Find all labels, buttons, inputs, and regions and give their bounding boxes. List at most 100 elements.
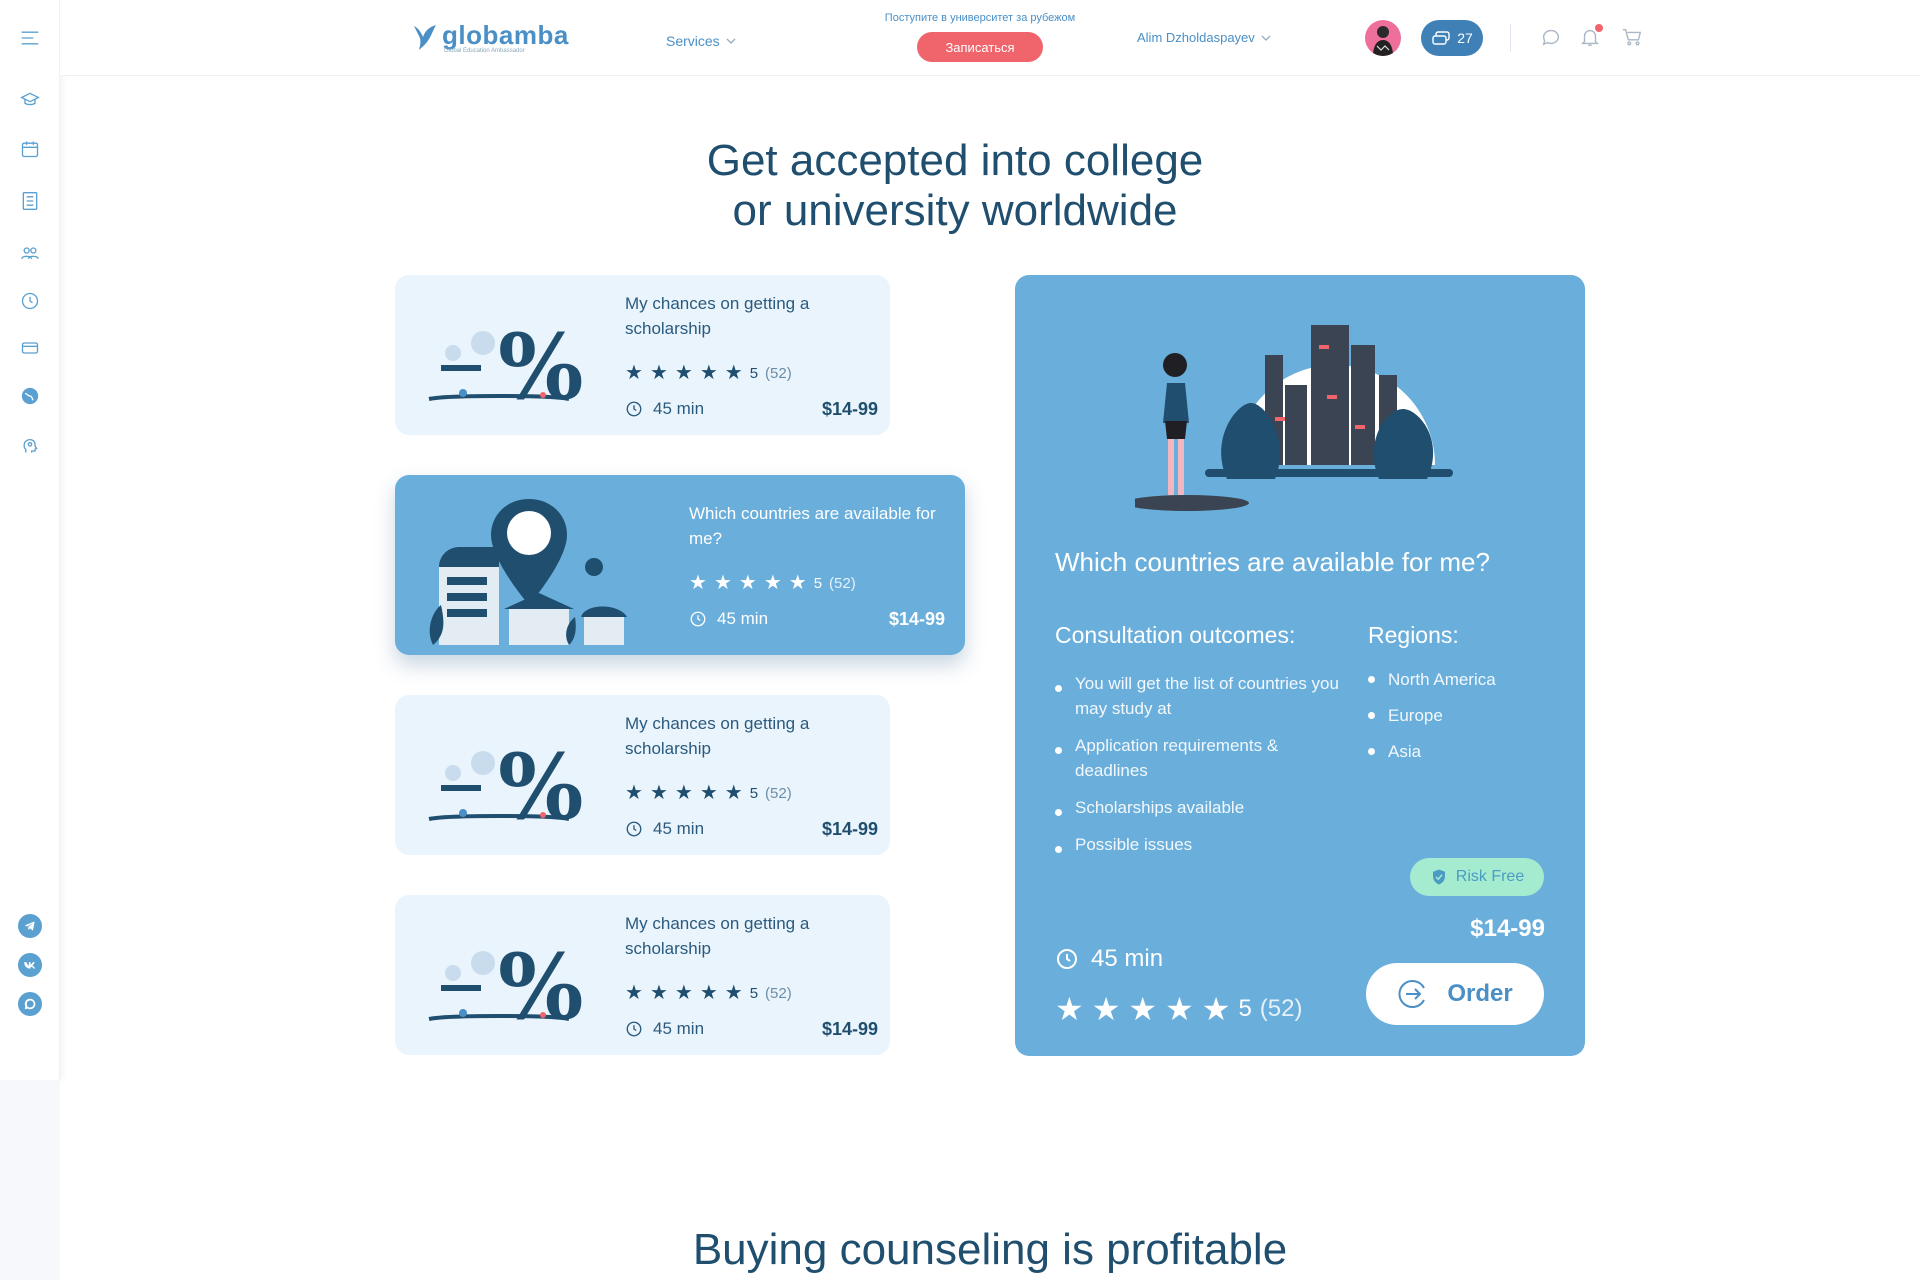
star-icon: ★: [1055, 991, 1084, 1027]
clock-icon[interactable]: [18, 289, 42, 313]
group-icon[interactable]: [18, 241, 42, 265]
top-header: globamba Global Education Ambassador Ser…: [60, 0, 1920, 76]
clock-icon: [690, 611, 706, 627]
star-icon: ★: [724, 782, 743, 804]
clock-icon: [626, 1021, 642, 1037]
service-card[interactable]: % My chances on getting a scholarship ★ …: [395, 275, 890, 435]
calendar-icon[interactable]: [18, 137, 42, 161]
card-title: Which countries are available for me?: [689, 504, 936, 548]
star-icon: ★: [699, 782, 718, 804]
card-title: My chances on getting a scholarship: [625, 294, 810, 338]
coins-count: 27: [1457, 30, 1473, 46]
clock-icon: [1057, 949, 1077, 969]
star-icon: ★: [724, 982, 743, 1004]
duration-text: 45 min: [717, 609, 769, 628]
detail-duration: 45 min: [1055, 945, 1163, 973]
list-item: Application requirements & deadlines: [1055, 733, 1345, 783]
order-button[interactable]: Order: [1366, 963, 1544, 1025]
sidebar-bottom: [0, 1080, 60, 1280]
telegram-icon[interactable]: [18, 914, 42, 938]
user-menu[interactable]: Alim Dzholdaspayev: [1137, 30, 1271, 45]
star-icon: ★: [1201, 991, 1231, 1027]
promo-block: Поступите в университет за рубежом Запис…: [850, 12, 1110, 62]
duration-text: 45 min: [653, 819, 705, 838]
service-detail-panel: Which countries are available for me? Co…: [1015, 275, 1585, 1056]
star-icon: ★: [674, 362, 693, 384]
percent-illustration: %: [428, 934, 583, 1033]
page-title: Get accepted into college or university …: [560, 136, 1350, 236]
head-icon[interactable]: [18, 434, 42, 458]
regions-heading: Regions:: [1368, 622, 1459, 648]
bird-logo-icon: [414, 25, 436, 50]
card-rating: ★ ★ ★ ★ ★ 5 (52): [625, 363, 792, 383]
star-icon: ★: [649, 982, 668, 1004]
service-card[interactable]: % My chances on getting a scholarship ★ …: [395, 895, 890, 1055]
promo-text: Поступите в университет за рубежом: [884, 12, 1076, 24]
star-icon: ★: [724, 362, 743, 384]
star-icon: ★: [1128, 991, 1158, 1027]
coins-icon: [1432, 31, 1450, 45]
vk-icon[interactable]: [18, 953, 42, 977]
card-title: My chances on getting a scholarship: [625, 714, 810, 758]
risk-free-badge: Risk Free: [1410, 858, 1544, 896]
header-divider: [1510, 24, 1511, 52]
card-title: My chances on getting a scholarship: [625, 914, 810, 958]
star-icon: ★: [625, 362, 643, 384]
star-icon: ★: [625, 982, 643, 1004]
regions-list: North America Europe Asia: [1368, 668, 1496, 776]
avatar[interactable]: [1365, 20, 1401, 56]
card-duration: 45 min: [625, 819, 704, 839]
card-duration: 45 min: [625, 1019, 704, 1039]
rating-value: 5: [1238, 995, 1252, 1022]
card-price: $14-99: [821, 819, 878, 839]
risk-free-label: Risk Free: [1455, 868, 1525, 885]
city-illustration: [1135, 325, 1453, 511]
review-count: (52): [765, 784, 792, 802]
review-count: (52): [765, 984, 792, 1002]
card-price: $14-99: [821, 1019, 878, 1039]
globe-icon[interactable]: [18, 384, 42, 408]
detail-rating: ★ ★ ★ ★ ★ 5 (52): [1055, 993, 1302, 1025]
service-card[interactable]: % My chances on getting a scholarship ★ …: [395, 695, 890, 855]
signup-button[interactable]: Записаться: [917, 32, 1043, 62]
star-icon: ★: [738, 572, 757, 594]
chat-icon[interactable]: [1540, 26, 1564, 50]
services-menu[interactable]: Services: [666, 33, 736, 49]
chevron-down-icon: [726, 38, 736, 44]
sidebar: [0, 0, 60, 1080]
service-card-active[interactable]: Which countries are available for me? ★ …: [395, 475, 965, 655]
review-count: (52): [1259, 995, 1303, 1022]
detail-title: Which countries are available for me?: [1055, 547, 1490, 577]
star-icon: ★: [788, 572, 807, 594]
page-title-line2: or university worldwide: [732, 186, 1178, 235]
star-icon: ★: [674, 782, 693, 804]
star-icon: ★: [649, 782, 668, 804]
whatsapp-icon[interactable]: [18, 992, 42, 1016]
cart-icon[interactable]: [1621, 26, 1645, 50]
page-title-line1: Get accepted into college: [706, 136, 1204, 185]
star-icon: ★: [713, 572, 732, 594]
star-icon: ★: [763, 572, 782, 594]
card-icon[interactable]: [18, 336, 42, 360]
menu-icon[interactable]: [18, 26, 42, 50]
user-name: Alim Dzholdaspayev: [1137, 30, 1255, 45]
chevron-down-icon: [1261, 35, 1271, 41]
coins-balance[interactable]: 27: [1421, 20, 1483, 56]
rating-value: 5: [813, 574, 823, 592]
outcomes-list: You will get the list of countries you m…: [1055, 671, 1345, 869]
services-label: Services: [666, 33, 720, 49]
star-icon: ★: [689, 572, 707, 594]
card-price: $14-99: [888, 609, 945, 629]
percent-illustration: %: [428, 314, 583, 413]
rating-value: 5: [749, 984, 759, 1002]
logo[interactable]: globamba Global Education Ambassador: [412, 20, 569, 54]
card-rating: ★ ★ ★ ★ ★ 5 (52): [689, 573, 856, 593]
graduation-cap-icon[interactable]: [18, 88, 42, 112]
list-item: Europe: [1368, 704, 1496, 728]
bell-icon[interactable]: [1579, 24, 1603, 50]
duration-text: 45 min: [653, 1019, 705, 1038]
star-icon: ★: [625, 782, 643, 804]
arrow-circle-icon: [1398, 980, 1426, 1008]
logo-text: globamba: [442, 20, 569, 50]
checklist-icon[interactable]: [18, 189, 42, 213]
